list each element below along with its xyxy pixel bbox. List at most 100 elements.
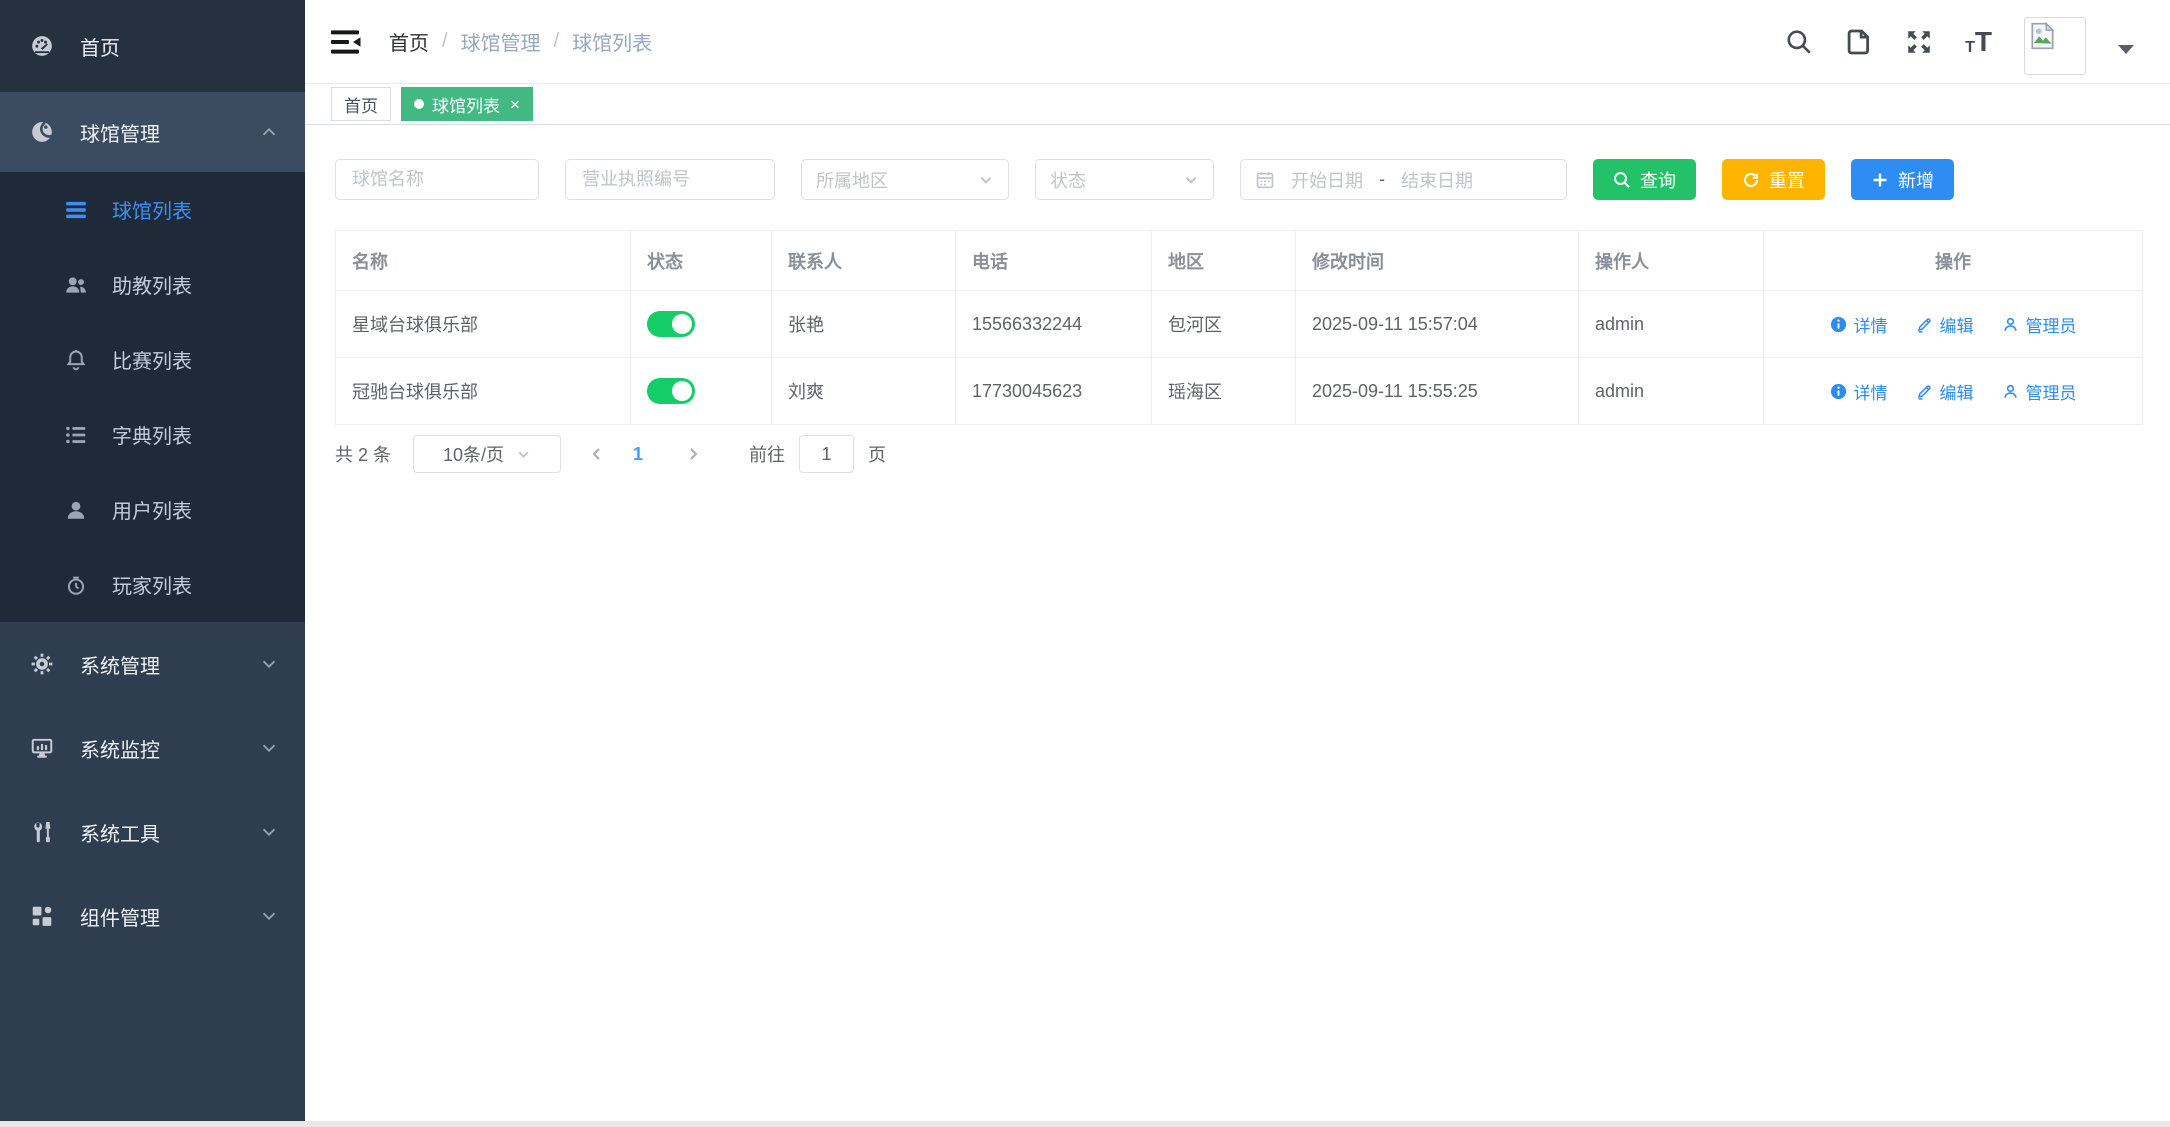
sidebar-item-system-management[interactable]: 系统管理 xyxy=(0,622,305,706)
status-toggle[interactable] xyxy=(647,378,695,404)
sidebar-item-component-management[interactable]: 组件管理 xyxy=(0,874,305,958)
sidebar-item-system-monitor[interactable]: 系统监控 xyxy=(0,706,305,790)
sidebar-item-label: 玩家列表 xyxy=(112,570,192,599)
font-size-small: T xyxy=(1965,40,1975,56)
date-end-placeholder: 结束日期 xyxy=(1401,167,1473,193)
app-window: 首页 球馆管理 球馆列表 助教列表 xyxy=(0,0,2170,1127)
date-start-placeholder: 开始日期 xyxy=(1291,167,1363,193)
table-header-row: 名称 状态 联系人 电话 地区 修改时间 操作人 操作 xyxy=(336,231,2143,291)
sidebar-item-player-list[interactable]: 玩家列表 xyxy=(0,547,305,622)
font-size-icon[interactable]: TT xyxy=(1965,28,1992,56)
row-actions: 详情 编辑 管理员 xyxy=(1780,312,2126,337)
goto-page-input[interactable] xyxy=(799,435,854,473)
cell-phone: 15566332244 xyxy=(956,291,1152,358)
column-header-updated: 修改时间 xyxy=(1296,231,1579,291)
tools-icon xyxy=(30,820,54,844)
sidebar-item-label: 球馆管理 xyxy=(80,118,160,147)
search-button[interactable]: 查询 xyxy=(1593,159,1696,200)
detail-link[interactable]: 详情 xyxy=(1830,379,1888,404)
license-number-input[interactable] xyxy=(565,159,775,200)
sidebar-item-label: 首页 xyxy=(80,32,120,61)
edit-link-label: 编辑 xyxy=(1940,379,1974,404)
monitor-icon xyxy=(30,736,54,760)
status-select-placeholder: 状态 xyxy=(1050,167,1086,193)
breadcrumb-venue-management[interactable]: 球馆管理 xyxy=(461,27,541,56)
hamburger-icon[interactable] xyxy=(329,27,363,57)
page-number-current[interactable]: 1 xyxy=(619,444,657,465)
cell-phone: 17730045623 xyxy=(956,358,1152,425)
sidebar-item-home[interactable]: 首页 xyxy=(0,0,305,92)
sidebar-item-system-tools[interactable]: 系统工具 xyxy=(0,790,305,874)
edit-icon xyxy=(1916,316,1933,333)
dashboard-icon xyxy=(30,34,54,58)
manager-link[interactable]: 管理员 xyxy=(2002,312,2077,337)
sidebar-item-assistant-list[interactable]: 助教列表 xyxy=(0,247,305,322)
tag-venue-list[interactable]: 球馆列表 × xyxy=(401,87,533,121)
navbar: 首页 / 球馆管理 / 球馆列表 TT xyxy=(305,0,2170,83)
cell-region: 瑶海区 xyxy=(1152,358,1296,425)
status-select[interactable]: 状态 xyxy=(1035,159,1214,200)
user-icon xyxy=(64,498,88,522)
manager-link-label: 管理员 xyxy=(2026,312,2077,337)
pagination-total: 共 2 条 xyxy=(335,441,391,467)
breadcrumb-current: 球馆列表 xyxy=(572,27,652,56)
chevron-down-icon xyxy=(516,447,531,462)
search-icon[interactable] xyxy=(1785,28,1813,56)
region-select-placeholder: 所属地区 xyxy=(816,167,888,193)
cell-contact: 张艳 xyxy=(772,291,956,358)
list-icon xyxy=(64,198,88,222)
edit-icon xyxy=(1916,383,1933,400)
page-size-select[interactable]: 10条/页 xyxy=(413,435,561,473)
column-header-status: 状态 xyxy=(631,231,772,291)
status-toggle[interactable] xyxy=(647,311,695,337)
manager-link-label: 管理员 xyxy=(2026,379,2077,404)
next-page-button[interactable] xyxy=(671,446,715,462)
manager-link[interactable]: 管理员 xyxy=(2002,379,2077,404)
prev-page-button[interactable] xyxy=(575,446,619,462)
breadcrumb-home[interactable]: 首页 xyxy=(389,27,429,56)
avatar[interactable] xyxy=(2024,17,2086,75)
fullscreen-icon[interactable] xyxy=(1905,28,1933,56)
edit-link[interactable]: 编辑 xyxy=(1916,312,1974,337)
close-icon[interactable]: × xyxy=(510,96,520,113)
edit-link[interactable]: 编辑 xyxy=(1916,379,1974,404)
tags-bar: 首页 球馆列表 × xyxy=(305,83,2170,125)
tag-home[interactable]: 首页 xyxy=(331,87,391,121)
region-select[interactable]: 所属地区 xyxy=(801,159,1009,200)
info-icon xyxy=(1830,383,1847,400)
edit-link-label: 编辑 xyxy=(1940,312,1974,337)
reset-button-label: 重置 xyxy=(1769,167,1805,193)
add-button[interactable]: 新增 xyxy=(1851,159,1954,200)
cell-name: 冠驰台球俱乐部 xyxy=(336,358,631,425)
search-icon xyxy=(1613,171,1631,189)
add-button-label: 新增 xyxy=(1898,167,1934,193)
reset-button[interactable]: 重置 xyxy=(1722,159,1825,200)
date-range-picker[interactable]: 开始日期 - 结束日期 xyxy=(1240,159,1567,200)
sidebar-item-venue-management[interactable]: 球馆管理 xyxy=(0,92,305,172)
gear-icon xyxy=(30,652,54,676)
sidebar-submenu: 球馆列表 助教列表 比赛列表 字典列表 xyxy=(0,172,305,622)
venue-name-input[interactable] xyxy=(335,159,539,200)
page-size-value: 10条/页 xyxy=(443,441,504,467)
sidebar-item-label: 系统工具 xyxy=(80,818,160,847)
sidebar-item-match-list[interactable]: 比赛列表 xyxy=(0,322,305,397)
bell-icon xyxy=(64,348,88,372)
sidebar-item-label: 用户列表 xyxy=(112,495,192,524)
cell-updated: 2025-09-11 15:57:04 xyxy=(1296,291,1579,358)
chevron-down-icon xyxy=(259,822,279,842)
detail-link[interactable]: 详情 xyxy=(1830,312,1888,337)
sidebar-item-label: 组件管理 xyxy=(80,902,160,931)
docs-icon[interactable] xyxy=(1845,28,1873,56)
info-icon xyxy=(1830,316,1847,333)
components-icon xyxy=(30,904,54,928)
column-header-operator: 操作人 xyxy=(1579,231,1764,291)
caret-down-icon[interactable] xyxy=(2118,45,2134,54)
breadcrumb-separator: / xyxy=(554,30,560,53)
sidebar-item-dict-list[interactable]: 字典列表 xyxy=(0,397,305,472)
column-header-name: 名称 xyxy=(336,231,631,291)
column-header-contact: 联系人 xyxy=(772,231,956,291)
window-bottom-edge xyxy=(0,1121,2170,1127)
sidebar-item-venue-list[interactable]: 球馆列表 xyxy=(0,172,305,247)
sidebar-item-user-list[interactable]: 用户列表 xyxy=(0,472,305,547)
column-header-region: 地区 xyxy=(1152,231,1296,291)
